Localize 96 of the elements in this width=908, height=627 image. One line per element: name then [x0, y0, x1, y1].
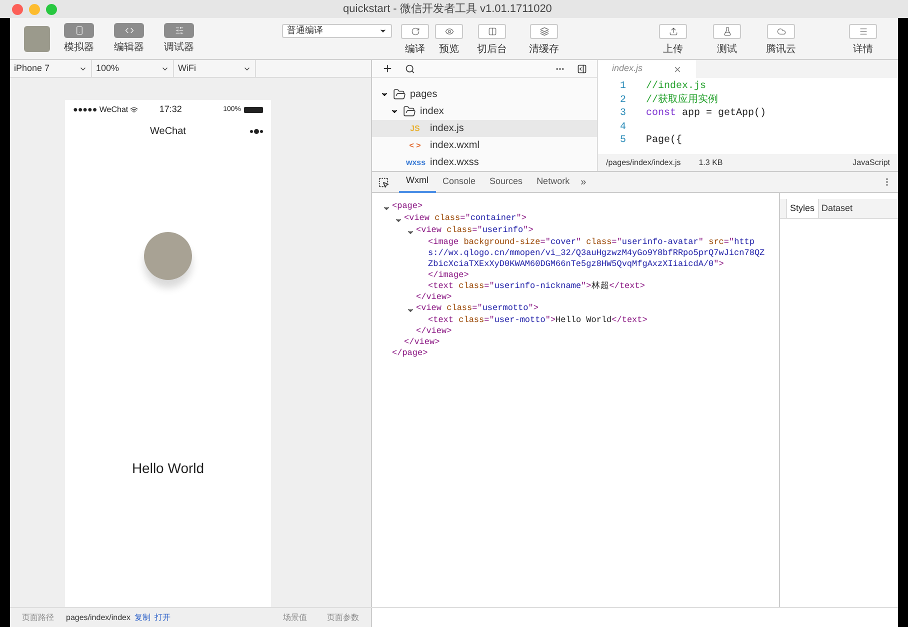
upload-icon — [668, 27, 678, 36]
close-icon[interactable] — [673, 64, 682, 74]
code-line: //获取应用实例 — [646, 94, 718, 106]
file-path: /pages/index/index.js — [606, 156, 681, 168]
params-label: 页面参数 — [327, 612, 359, 624]
wxml-line: </view> — [416, 326, 452, 336]
code-line: Page({ — [646, 135, 682, 146]
file-item[interactable]: wxss index.wxss — [372, 154, 597, 171]
mode-button[interactable]: 编辑器 — [106, 22, 152, 54]
simulator-select[interactable]: WiFi — [174, 60, 256, 77]
avatar-photo-placeholder — [144, 232, 192, 280]
wxml-line: <page> — [392, 201, 423, 212]
clock-time: 17:32 — [159, 103, 182, 116]
language-label: JavaScript — [852, 156, 890, 168]
refresh-icon — [410, 27, 420, 36]
file-name: index.js — [430, 122, 464, 136]
toolbar-button[interactable]: 腾讯云 — [760, 20, 802, 57]
page-path: pages/index/index — [66, 612, 130, 624]
simulator-select[interactable]: 100% — [92, 60, 174, 77]
caret-icon — [379, 27, 387, 35]
toolbar-button[interactable]: 详情 — [842, 20, 884, 57]
scene-label: 场景值 — [283, 612, 307, 624]
more-dots-icon[interactable] — [250, 129, 263, 134]
wxml-line: </view> — [416, 292, 452, 302]
mode-button[interactable]: 模拟器 — [56, 22, 102, 54]
wxml-line: <view class="usermotto"> — [416, 303, 538, 314]
open-link[interactable]: 打开 — [154, 612, 170, 624]
line-number: 2 — [618, 94, 627, 107]
devtools-tab[interactable]: Wxml — [399, 172, 436, 192]
file-item[interactable]: JS index.js — [372, 120, 597, 137]
sliders-icon — [174, 26, 184, 34]
line-number: 4 — [618, 120, 627, 134]
phone-icon — [74, 26, 84, 34]
wifi-icon — [130, 106, 138, 114]
cloud-icon — [776, 27, 786, 36]
flask-icon — [722, 27, 732, 36]
motto-text: Hello World — [132, 459, 204, 478]
devtools-tab[interactable]: Network — [530, 172, 577, 192]
side-tab[interactable]: Styles — [786, 199, 819, 218]
toolbar-button[interactable]: 编译 — [400, 20, 430, 57]
folder-icon — [393, 88, 406, 101]
editor-tab[interactable]: index.js — [598, 60, 696, 78]
file-size: 1.3 KB — [698, 156, 723, 168]
wxml-line: <view class="container"> — [404, 213, 526, 224]
simulator-select[interactable]: iPhone 7 — [10, 60, 92, 77]
compile-mode-select[interactable]: 普通编译 — [282, 24, 392, 38]
folder-name: pages — [410, 88, 438, 102]
wxml-line: <text class="user-motto">Hello World</text> — [428, 315, 648, 325]
folder-icon — [403, 105, 416, 118]
mode-button[interactable]: 调试器 — [156, 22, 202, 54]
wxml-line: <image background-size="cover" class="userinfo-avatar" src="https://wx.qlogo.cn/mmopen/vi_32/Q3auHgzwzM4yGo9Y8bfRRpo5prQ7wJicn78QZZbicXciaTXExXyD0KWAM60DGM66nTe5gz8HW5QvqMfgAxzXIiaicdA/0"> — [428, 237, 765, 269]
nav-title: WeChat — [150, 124, 186, 138]
toolbar-button[interactable]: 测试 — [706, 20, 748, 57]
add-icon[interactable] — [382, 63, 393, 74]
toolbar-button[interactable]: 上传 — [652, 20, 694, 57]
window-title: quickstart - 微信开发者工具 v1.01.1711020 — [342, 2, 553, 17]
devtools-tab[interactable]: Console — [436, 172, 483, 192]
carrier-label: ●●●●● WeChat — [73, 104, 128, 116]
folder-name: index — [420, 105, 444, 119]
search-icon[interactable] — [405, 64, 415, 74]
path-label: 页面路径 — [22, 612, 54, 624]
folder-item[interactable]: pages — [372, 86, 597, 103]
more-tabs-button[interactable]: » — [576, 174, 590, 190]
avatar-photo-placeholder[interactable] — [24, 26, 50, 52]
side-tab[interactable]: Dataset — [818, 199, 856, 218]
line-number: 5 — [618, 134, 627, 148]
wxml-line: <view class="userinfo"> — [416, 225, 534, 236]
toolbar-button[interactable]: 清缓存 — [520, 20, 568, 57]
split-panel-icon — [488, 27, 496, 36]
line-number: 1 — [618, 80, 627, 94]
inspect-icon[interactable] — [378, 176, 389, 188]
devtools-tab[interactable]: Sources — [482, 172, 530, 192]
line-number: 3 — [618, 107, 627, 120]
toolbar-button[interactable]: 切后台 — [468, 20, 516, 57]
wxml-line: </image> — [428, 270, 469, 280]
file-type-icon: JS — [406, 124, 424, 132]
folder-item[interactable]: index — [372, 103, 597, 120]
battery-icon — [244, 107, 263, 113]
eye-icon — [444, 27, 454, 36]
file-name: index.wxml — [430, 139, 480, 153]
file-item[interactable]: < > index.wxml — [372, 137, 597, 154]
code-icon — [124, 26, 134, 34]
caret-icon — [406, 306, 415, 315]
code-line: const app = getApp() — [646, 108, 766, 119]
menu-icon — [858, 27, 868, 36]
layers-icon — [540, 27, 548, 36]
file-name: index.wxss — [430, 156, 479, 170]
copy-link[interactable]: 复制 — [134, 612, 150, 624]
collapse-panel-icon[interactable] — [577, 64, 587, 74]
file-type-icon: < > — [406, 142, 424, 150]
file-type-icon: wxss — [406, 158, 424, 166]
wxml-line: <text class="userinfo-nickname">林超</text> — [428, 281, 645, 291]
toolbar-button[interactable]: 预览 — [434, 20, 464, 57]
code-line: //index.js — [646, 81, 706, 92]
wxml-line: </page> — [392, 348, 428, 358]
wxml-line: </view> — [404, 337, 440, 347]
